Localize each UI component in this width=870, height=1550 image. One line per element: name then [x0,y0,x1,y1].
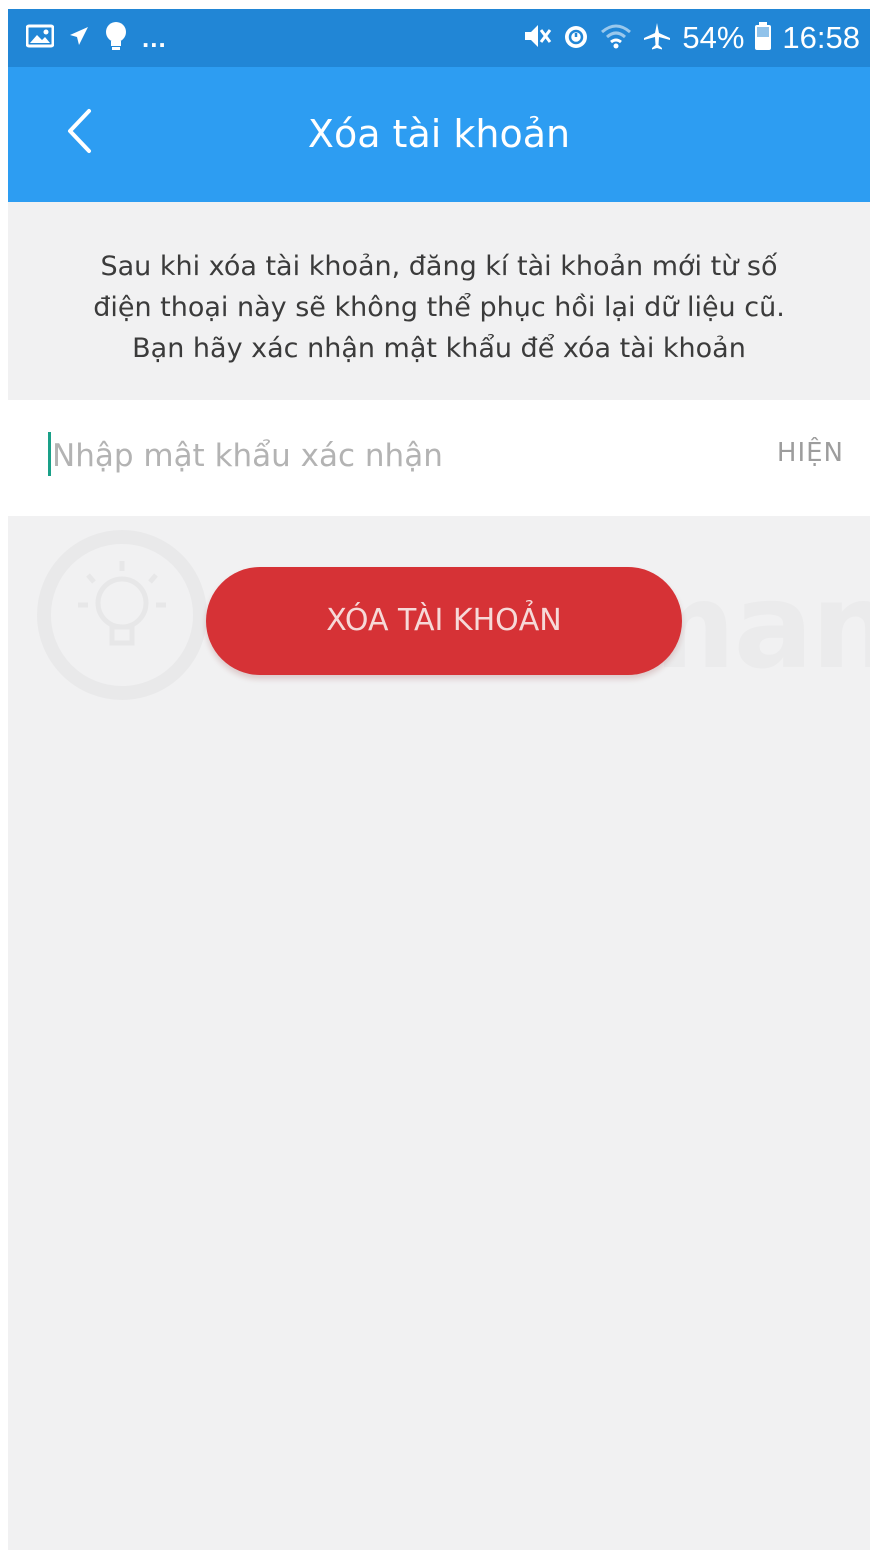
text-cursor [48,432,51,476]
show-password-button[interactable]: HIỆN [777,438,844,468]
battery-percent: 54% [682,20,745,55]
battery-icon [754,21,772,55]
more-notifications-indicator: ... [142,23,167,53]
info-section: Sau khi xóa tài khoản, đăng kí tài khoản… [8,202,870,400]
mute-icon [522,22,552,54]
password-row: HIỆN [8,400,870,516]
app-bar: Xóa tài khoản [8,67,870,202]
chevron-left-icon [65,108,95,158]
notification-area: ... [25,21,167,55]
watermark-lightbulb-icon [37,530,207,700]
alarm-icon [562,22,590,54]
delete-account-button[interactable]: XÓA TÀI KHOẢN [206,567,682,675]
wifi-icon [600,22,632,54]
status-bar: ... 54% 16:58 [8,9,870,67]
back-button[interactable] [50,103,110,163]
page-title: Xóa tài khoản [307,112,571,156]
system-status: 54% 16:58 [522,19,860,57]
send-icon [68,25,90,51]
image-icon [25,24,55,52]
airplane-icon [642,21,672,55]
lightbulb-icon [104,21,128,55]
screen: ... 54% 16:58 Xóa tài khoản Sau khi xóa … [8,9,870,1550]
warning-message: Sau khi xóa tài khoản, đăng kí tài khoản… [93,251,785,364]
password-input[interactable] [52,428,702,484]
clock: 16:58 [782,20,860,55]
